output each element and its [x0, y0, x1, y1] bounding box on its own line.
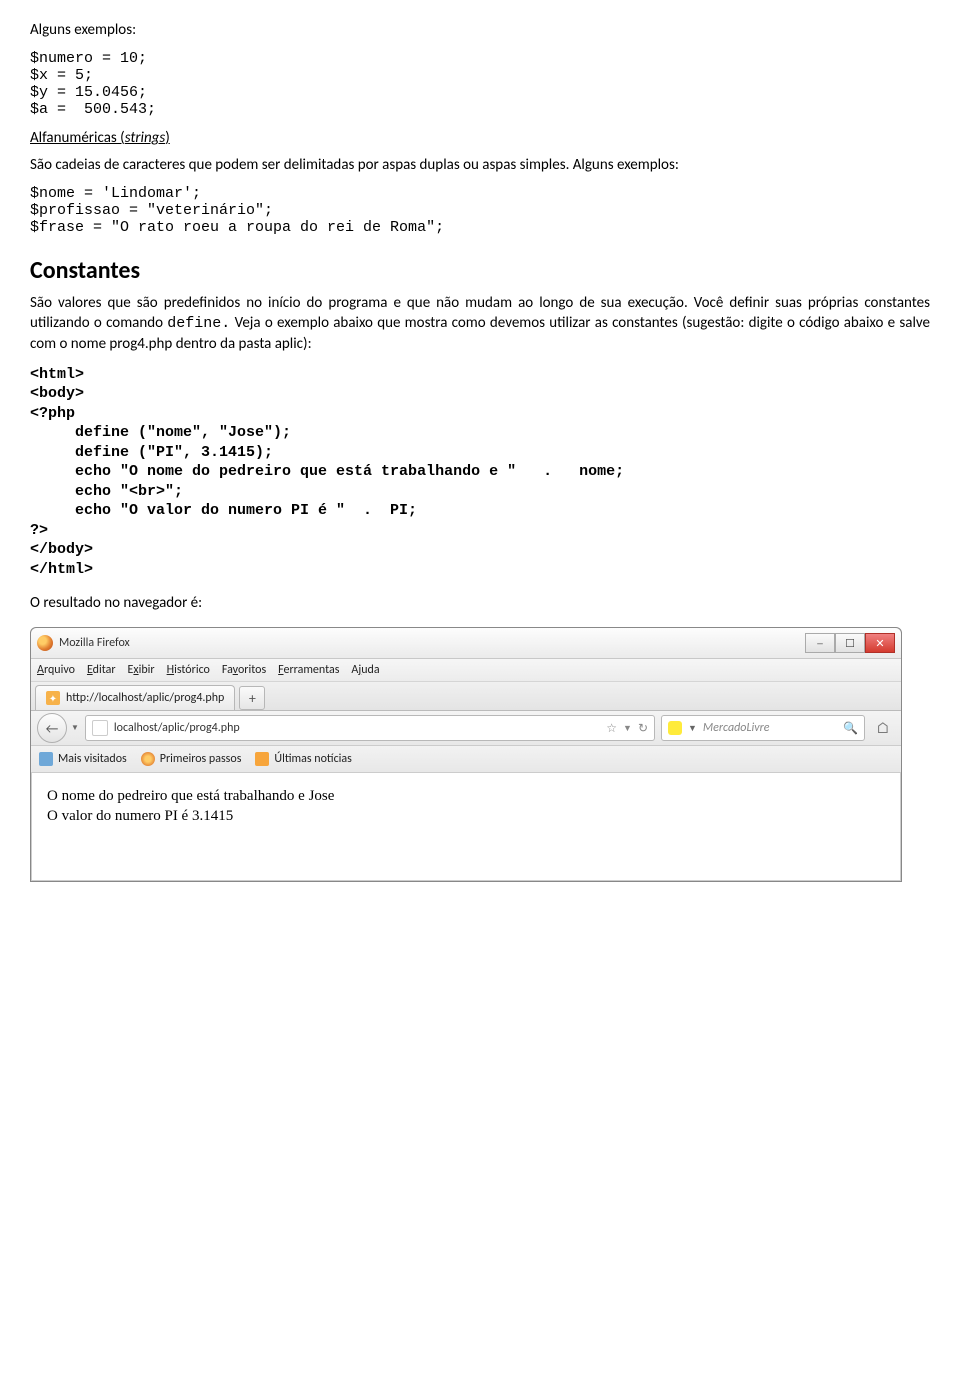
window-titlebar: Mozilla Firefox ─ ☐ ✕: [31, 628, 901, 659]
output-line: O valor do numero PI é 3.1415: [47, 807, 885, 827]
menu-ferramentas[interactable]: Ferramentas: [278, 663, 339, 677]
menu-exibir[interactable]: Exibir: [128, 663, 155, 677]
code-block: $nome = 'Lindomar'; $profissao = "veteri…: [30, 185, 930, 236]
dropdown-caret-icon[interactable]: ▼: [688, 723, 697, 734]
paragraph: São cadeias de caracteres que podem ser …: [30, 155, 930, 175]
page-content: O nome do pedreiro que está trabalhando …: [31, 773, 901, 881]
reload-icon[interactable]: ↻: [638, 721, 648, 736]
tab-bar: ✦ http://localhost/aplic/prog4.php +: [31, 682, 901, 711]
menu-ajuda[interactable]: Ajuda: [351, 663, 379, 677]
window-title: Mozilla Firefox: [59, 636, 130, 650]
search-engine-icon: [668, 721, 682, 735]
browser-tab[interactable]: ✦ http://localhost/aplic/prog4.php: [35, 685, 235, 710]
subsection-title: Alfanuméricas (strings): [30, 128, 930, 148]
search-placeholder: MercadoLivre: [703, 721, 770, 735]
menu-historico[interactable]: Histórico: [167, 663, 210, 677]
tab-favicon-icon: ✦: [46, 691, 60, 705]
menu-favoritos[interactable]: Favoritos: [222, 663, 266, 677]
firefox-icon: [141, 752, 155, 766]
menu-bar: Arquivo Editar Exibir Histórico Favorito…: [31, 659, 901, 682]
bookmarks-toolbar: Mais visitados Primeiros passos Últimas …: [31, 746, 901, 773]
address-bar[interactable]: localhost/aplic/prog4.php ☆ ▼ ↻: [85, 715, 655, 741]
menu-arquivo[interactable]: Arquivo: [37, 663, 75, 677]
firefox-icon: [37, 635, 53, 651]
browser-window: Mozilla Firefox ─ ☐ ✕ Arquivo Editar Exi…: [30, 627, 902, 882]
bookmark-most-visited[interactable]: Mais visitados: [39, 752, 127, 766]
site-favicon-icon: [92, 720, 108, 736]
paragraph: Alguns exemplos:: [30, 20, 930, 40]
bookmark-star-icon[interactable]: ☆: [606, 721, 617, 736]
code-block: $numero = 10; $x = 5; $y = 15.0456; $a =…: [30, 50, 930, 118]
search-bar[interactable]: ▼ MercadoLivre 🔍: [661, 715, 865, 741]
new-tab-button[interactable]: +: [239, 686, 265, 710]
url-text: localhost/aplic/prog4.php: [114, 721, 240, 735]
home-button[interactable]: ⌂: [871, 716, 895, 740]
section-heading: Constantes: [30, 256, 930, 285]
paragraph: O resultado no navegador é:: [30, 593, 930, 613]
navigation-toolbar: ← ▼ localhost/aplic/prog4.php ☆ ▼ ↻ ▼ Me…: [31, 711, 901, 746]
dropdown-caret-icon[interactable]: ▼: [623, 723, 632, 734]
tab-label: http://localhost/aplic/prog4.php: [66, 691, 224, 705]
rss-icon: [255, 752, 269, 766]
code-block: <html> <body> <?php define ("nome", "Jos…: [30, 365, 930, 580]
close-button[interactable]: ✕: [865, 633, 895, 653]
maximize-button[interactable]: ☐: [835, 633, 865, 653]
bookmark-first-steps[interactable]: Primeiros passos: [141, 752, 242, 766]
menu-editar[interactable]: Editar: [87, 663, 116, 677]
output-line: O nome do pedreiro que está trabalhando …: [47, 787, 885, 807]
folder-icon: [39, 752, 53, 766]
back-history-dropdown-icon[interactable]: ▼: [71, 723, 79, 733]
back-button[interactable]: ←: [37, 713, 67, 743]
search-go-icon[interactable]: 🔍: [843, 721, 858, 736]
paragraph: São valores que são predefinidos no iníc…: [30, 293, 930, 355]
bookmark-latest-news[interactable]: Últimas notícias: [255, 752, 351, 766]
minimize-button[interactable]: ─: [805, 633, 835, 653]
